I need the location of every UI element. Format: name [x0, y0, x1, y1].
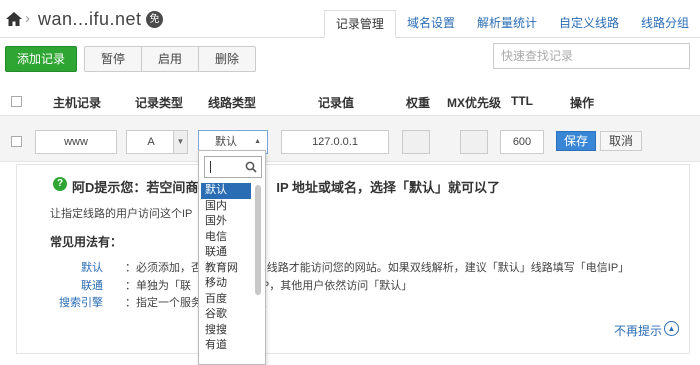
dropdown-option[interactable]: 默认: [201, 183, 251, 199]
tip-description: 让指定线路的用户访问这个IP: [50, 208, 193, 220]
help-icon: ?: [53, 177, 67, 191]
search-icon: [245, 161, 257, 173]
column-weight: 权重: [406, 96, 431, 110]
quick-search-input[interactable]: 快速查找记录: [493, 43, 690, 69]
column-line: 线路类型: [208, 96, 257, 110]
dropdown-option[interactable]: 有道: [201, 338, 251, 354]
dropdown-option[interactable]: 百度: [201, 292, 251, 308]
record-type-value: A: [147, 136, 155, 148]
dismiss-tip-link[interactable]: 不再提示: [614, 322, 662, 339]
dropdown-scrollbar[interactable]: [255, 185, 261, 295]
pause-button[interactable]: 暂停: [85, 47, 143, 71]
table-header: 主机记录 记录类型 线路类型 记录值 权重 MX优先级 TTL 操作: [0, 88, 700, 116]
usage-key-default[interactable]: 默认: [81, 259, 103, 275]
home-icon[interactable]: [6, 12, 22, 26]
column-actions: 操作: [570, 96, 595, 110]
dropdown-search-input[interactable]: [204, 156, 262, 178]
mx-priority-input[interactable]: [460, 130, 488, 154]
header-bar: › wan...ifu.net 免 记录管理 域名设置 解析量统计 自定义线路 …: [0, 0, 700, 38]
free-plan-badge: 免: [146, 11, 163, 28]
column-ttl: TTL: [511, 94, 533, 108]
record-type-select[interactable]: A ▼: [126, 130, 188, 154]
tab-domain-settings[interactable]: 域名设置: [396, 10, 466, 38]
weight-input[interactable]: [402, 130, 430, 154]
dropdown-option[interactable]: 国内: [201, 199, 251, 215]
dropdown-arrow-icon: ▼: [173, 131, 187, 153]
usage-heading: 常见用法有：: [50, 235, 123, 249]
record-value-input[interactable]: 127.0.0.1: [281, 130, 389, 154]
column-host: 主机记录: [53, 96, 102, 110]
tab-bar: 记录管理 域名设置 解析量统计 自定义线路 线路分组: [323, 10, 700, 38]
tab-custom-lines[interactable]: 自定义线路: [548, 10, 630, 38]
tab-resolution-stats[interactable]: 解析量统计: [466, 10, 548, 38]
tip-title: 阿D提示您：若空间商只 IP 地址或域名，选择「默认」就可以了: [72, 180, 501, 195]
enable-button[interactable]: 启用: [142, 47, 200, 71]
save-button[interactable]: 保存: [556, 131, 596, 151]
tab-record-management[interactable]: 记录管理: [323, 10, 396, 38]
host-input[interactable]: www: [35, 130, 117, 154]
record-action-group: 暂停 启用 删除: [84, 46, 257, 72]
dropdown-option[interactable]: 联通: [201, 245, 251, 261]
breadcrumb-separator-icon: ›: [25, 10, 30, 27]
dropdown-options: 默认 国内 国外 电信 联通 教育网 移动 百度 谷歌 搜搜 有道: [201, 183, 251, 354]
text-caret: [210, 161, 211, 173]
column-value: 记录值: [318, 96, 355, 110]
select-all-checkbox[interactable]: [11, 96, 22, 107]
domain-title: wan...ifu.net: [38, 9, 142, 29]
delete-button[interactable]: 删除: [199, 47, 255, 71]
column-type: 记录类型: [135, 96, 184, 110]
column-mx: MX优先级: [447, 96, 502, 110]
cancel-button[interactable]: 取消: [600, 131, 642, 151]
tab-line-groups[interactable]: 线路分组: [630, 10, 700, 38]
dropdown-option[interactable]: 移动: [201, 276, 251, 292]
usage-key-search-engine[interactable]: 搜索引擎: [59, 294, 103, 310]
usage-key-unicom[interactable]: 联通: [81, 277, 103, 293]
line-type-dropdown: 默认 国内 国外 电信 联通 教育网 移动 百度 谷歌 搜搜 有道: [198, 150, 266, 365]
dropdown-option[interactable]: 教育网: [201, 261, 251, 277]
dropdown-option[interactable]: 谷歌: [201, 307, 251, 323]
dropdown-option[interactable]: 搜搜: [201, 323, 251, 339]
chevron-up-circle-icon[interactable]: ▲: [664, 321, 679, 336]
tip-panel: ? 阿D提示您：若空间商只 IP 地址或域名，选择「默认」就可以了 让指定线路的…: [16, 164, 690, 354]
dropdown-option[interactable]: 电信: [201, 230, 251, 246]
usage-desc: ：单独为「联 务器 IP，其他用户依然访问「默认」: [125, 280, 413, 292]
add-record-button[interactable]: 添加记录: [5, 46, 77, 72]
row-checkbox[interactable]: [11, 136, 22, 147]
dropdown-option[interactable]: 国外: [201, 214, 251, 230]
ttl-input[interactable]: 600: [500, 130, 544, 154]
line-type-value: 默认: [215, 136, 237, 148]
